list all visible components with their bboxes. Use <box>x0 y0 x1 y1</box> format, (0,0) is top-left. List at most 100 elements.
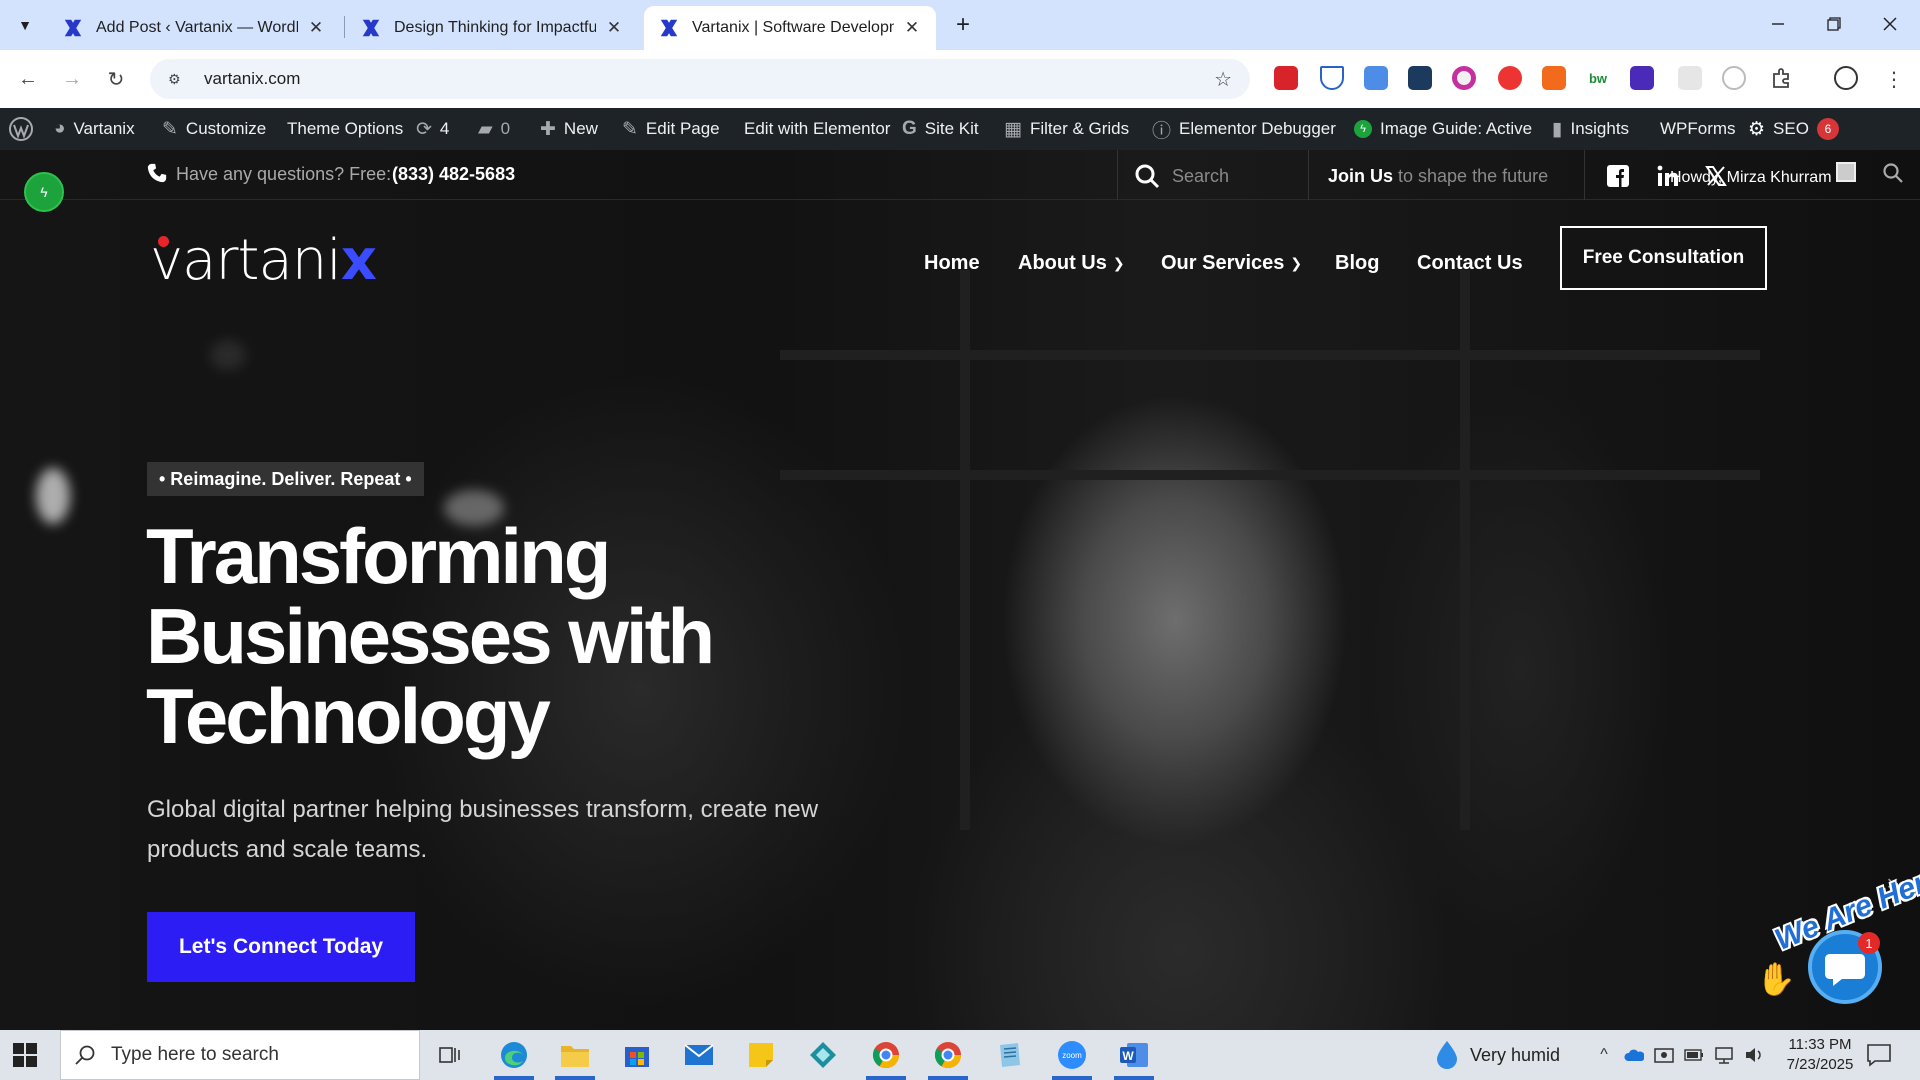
waving-hand-icon: ✋ <box>1756 961 1796 997</box>
forward-button[interactable]: → <box>56 63 88 95</box>
battery-icon[interactable] <box>1684 1045 1704 1065</box>
docs-extension-icon[interactable] <box>1364 66 1388 90</box>
facebook-icon[interactable] <box>1606 164 1630 188</box>
admin-insights[interactable]: ▮ Insights <box>1552 108 1629 150</box>
background-light <box>210 340 246 370</box>
notification-center-icon[interactable] <box>1866 1043 1892 1067</box>
nav-our-services[interactable]: Our Services ❯ <box>1161 248 1302 278</box>
close-icon[interactable]: ✕ <box>306 18 326 38</box>
search-icon[interactable] <box>1134 163 1160 189</box>
app-diamond-icon[interactable] <box>807 1039 839 1071</box>
task-view-icon[interactable] <box>434 1039 466 1071</box>
site-search-input[interactable]: Search <box>1172 166 1229 187</box>
address-bar[interactable]: ⚙ vartanix.com ☆ <box>150 59 1250 99</box>
back-button[interactable]: ← <box>12 63 44 95</box>
hat-extension-icon[interactable] <box>1630 66 1654 90</box>
admin-elementor-debugger[interactable]: ⓘ Elementor Debugger <box>1152 108 1336 150</box>
pokeball-extension-icon[interactable] <box>1498 66 1522 90</box>
phone-number-link[interactable]: (833) 482-5683 <box>392 164 515 185</box>
mail-icon[interactable] <box>683 1039 715 1071</box>
new-tab-button[interactable]: + <box>948 10 978 40</box>
admin-new[interactable]: ✚ New <box>540 108 598 150</box>
sticky-notes-icon[interactable] <box>745 1039 777 1071</box>
chrome-profile-icon[interactable] <box>870 1039 902 1071</box>
site-settings-icon[interactable]: ⚙ <box>168 71 190 88</box>
admin-updates[interactable]: ⟳ 4 <box>416 108 449 150</box>
edge-browser-icon[interactable] <box>498 1039 530 1071</box>
nav-contact-us[interactable]: Contact Us <box>1417 248 1523 278</box>
shield-extension-icon[interactable] <box>1320 66 1344 90</box>
admin-search-icon[interactable] <box>1882 162 1904 184</box>
admin-comments-count: 0 <box>500 119 511 138</box>
tab-vartanix-active[interactable]: Vartanix | Software Development ✕ <box>644 6 936 50</box>
taskbar-running-indicator <box>866 1076 906 1080</box>
acrobat-extension-icon[interactable] <box>1274 66 1298 90</box>
join-us-link[interactable]: Join Us to shape the future <box>1328 166 1548 187</box>
show-hidden-icons[interactable]: ^ <box>1594 1045 1614 1065</box>
color-extension-icon[interactable] <box>1452 66 1476 90</box>
system-clock[interactable]: 11:33 PM 7/23/2025 <box>1770 1035 1870 1075</box>
bw-extension-icon[interactable]: bw <box>1586 66 1610 90</box>
network-icon[interactable] <box>1714 1045 1734 1065</box>
minimize-button[interactable] <box>1750 6 1806 42</box>
windows-start-icon[interactable] <box>12 1042 38 1068</box>
browser-menu-button[interactable]: ⋮ <box>1878 63 1910 95</box>
tab-design-thinking[interactable]: Design Thinking for Impactful V ✕ <box>346 6 638 50</box>
taskbar-search-input[interactable]: Type here to search <box>60 1030 420 1080</box>
tab-search-button[interactable]: ▼ <box>10 10 40 40</box>
wordpress-icon <box>9 117 33 141</box>
admin-edit-page[interactable]: ✎ Edit Page <box>622 108 720 150</box>
close-window-button[interactable] <box>1862 6 1918 42</box>
admin-site-name[interactable]: ◕ Vartanix <box>54 108 135 150</box>
free-consultation-button[interactable]: Free Consultation <box>1560 226 1767 290</box>
admin-image-guide[interactable]: ϟ Image Guide: Active <box>1354 108 1532 150</box>
admin-site-name-label: Vartanix <box>73 119 135 138</box>
performance-bolt-button[interactable]: ϟ <box>24 172 64 212</box>
nav-contact-label: Contact Us <box>1417 251 1523 274</box>
howdy-label: Howdy, Mirza Khurram <box>1670 169 1832 186</box>
blank-extension-icon[interactable] <box>1678 66 1702 90</box>
nav-blog[interactable]: Blog <box>1335 248 1379 278</box>
chrome-icon[interactable] <box>932 1039 964 1071</box>
puzzle-extension-icon[interactable] <box>1770 66 1794 90</box>
close-icon <box>1883 17 1897 31</box>
onedrive-icon[interactable] <box>1624 1045 1644 1065</box>
notepad-icon[interactable] <box>994 1039 1026 1071</box>
admin-seo[interactable]: ⚙ SEO 6 <box>1748 108 1839 150</box>
tab-add-post[interactable]: Add Post ‹ Vartanix — WordPress ✕ <box>48 6 340 50</box>
weather-widget[interactable]: Very humid <box>1434 1030 1560 1080</box>
close-icon[interactable]: ✕ <box>604 18 624 38</box>
background-window-frame <box>780 350 1760 360</box>
meet-now-icon[interactable] <box>1654 1045 1674 1065</box>
nav-home[interactable]: Home <box>924 248 980 278</box>
compass-extension-icon[interactable] <box>1722 66 1746 90</box>
admin-theme-options[interactable]: Theme Options <box>287 108 403 150</box>
lets-connect-button[interactable]: Let's Connect Today <box>147 912 415 982</box>
hero-headline-line: Technology <box>146 672 551 760</box>
nav-about-us[interactable]: About Us ❯ <box>1018 248 1125 278</box>
profile-icon[interactable] <box>1834 66 1858 90</box>
admin-filter-grids[interactable]: ▦ Filter & Grids <box>1004 108 1129 150</box>
file-explorer-icon[interactable] <box>559 1039 591 1071</box>
logo-red-dot <box>158 236 169 247</box>
wp-logo-menu[interactable] <box>8 108 34 150</box>
yoast-extension-icon[interactable] <box>1542 66 1566 90</box>
taskbar-running-indicator <box>1052 1076 1092 1080</box>
admin-edit-elementor[interactable]: Edit with Elementor <box>744 108 890 150</box>
microsoft-store-icon[interactable] <box>621 1039 653 1071</box>
reload-button[interactable]: ↻ <box>100 63 132 95</box>
admin-site-kit[interactable]: G Site Kit <box>902 108 979 150</box>
close-icon[interactable]: ✕ <box>902 18 922 38</box>
vartanix-logo[interactable]: vartanix <box>150 228 377 293</box>
pencil-icon: ✎ <box>622 118 638 140</box>
admin-wpforms[interactable]: WPForms <box>1660 108 1736 150</box>
zoom-icon[interactable]: zoom <box>1056 1039 1088 1071</box>
admin-howdy[interactable]: Howdy, Mirza Khurram <box>1670 162 1856 187</box>
camera-extension-icon[interactable] <box>1408 66 1432 90</box>
word-icon[interactable]: W <box>1118 1039 1150 1071</box>
bookmark-star-icon[interactable]: ☆ <box>1214 67 1232 92</box>
admin-customize[interactable]: ✎ Customize <box>162 108 266 150</box>
admin-comments[interactable]: ▰ 0 <box>478 108 510 150</box>
volume-icon[interactable] <box>1744 1045 1764 1065</box>
restore-button[interactable] <box>1806 6 1862 42</box>
